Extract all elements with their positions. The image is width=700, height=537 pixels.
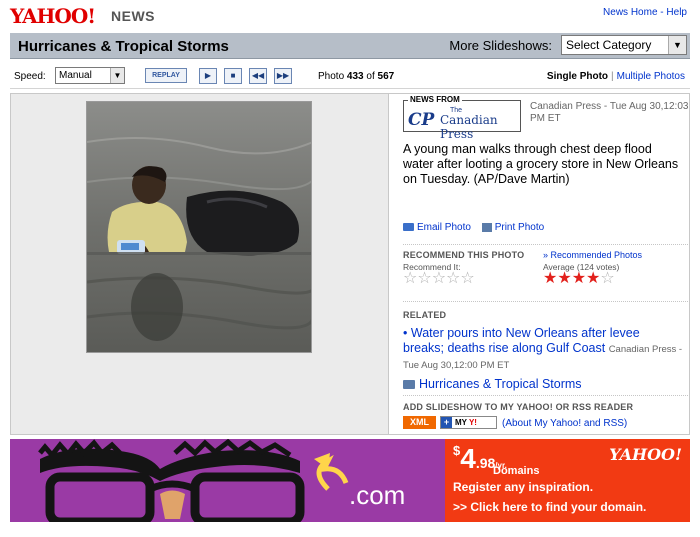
chevron-down-icon[interactable]: ▼ xyxy=(110,68,124,83)
about-my-yahoo-rss-link[interactable]: (About My Yahoo! and RSS) xyxy=(502,418,627,429)
top-header: YAHOO! NEWS News Home - Help xyxy=(0,0,700,30)
star-filled-icon: ★ xyxy=(571,270,587,287)
ad-cta-link[interactable]: >> Click here to find your domain. xyxy=(453,500,646,514)
link-separator: - xyxy=(660,7,664,18)
play-button[interactable]: ▶ xyxy=(199,68,217,84)
view-mode-links: Single Photo | Multiple Photos xyxy=(546,71,685,82)
photo-index: 433 xyxy=(346,71,364,82)
recommend-heading: RECOMMEND THIS PHOTO xyxy=(403,250,525,260)
yahoo-logo[interactable]: YAHOO! xyxy=(10,4,96,28)
chevron-down-icon[interactable]: ▼ xyxy=(668,36,686,54)
star-filled-icon: ★ xyxy=(557,270,572,287)
xml-rss-button[interactable]: XML xyxy=(403,416,436,429)
slideshow-controls: Speed: Manual ▼ REPLAY ▶ ■ ◀◀ ▶▶ Photo 4… xyxy=(10,65,690,89)
play-icon: ▶ xyxy=(204,71,212,80)
speed-select-value: Manual xyxy=(59,70,92,81)
multiple-photos-link[interactable]: Multiple Photos xyxy=(617,71,685,82)
star-empty-icon[interactable]: ☆ xyxy=(403,270,417,287)
news-source-box: NEWS FROM CP The Canadian Press xyxy=(403,95,521,141)
divider xyxy=(403,395,688,396)
star-filled-icon: ★ xyxy=(543,270,558,287)
photo-panel xyxy=(11,94,389,434)
ad-domains-label: Domains xyxy=(493,465,540,477)
speed-label: Speed: xyxy=(14,71,46,82)
printer-icon xyxy=(481,222,492,232)
related-category: Hurricanes & Tropical Storms xyxy=(403,377,582,391)
photo-counter: Photo 433 of 567 xyxy=(318,71,395,82)
plus-icon: + xyxy=(441,417,452,428)
related-heading: RELATED xyxy=(403,310,447,320)
related-category-link[interactable]: Hurricanes & Tropical Storms xyxy=(419,377,582,391)
news-home-link[interactable]: News Home xyxy=(603,7,657,18)
canadian-press-logo[interactable]: CP The Canadian Press xyxy=(406,107,518,141)
ad-offer-panel: $4.98/yr. Domains YAHOO! Register any in… xyxy=(445,439,690,522)
stop-button[interactable]: ■ xyxy=(224,68,242,84)
divider xyxy=(403,301,688,302)
previous-button[interactable]: ◀◀ xyxy=(249,68,267,84)
slideshow-title: Hurricanes & Tropical Storms xyxy=(18,38,229,55)
help-link[interactable]: Help xyxy=(666,7,687,18)
slideshow-icon xyxy=(403,380,415,390)
ad-yahoo-logo: YAHOO! xyxy=(609,445,682,464)
domain-ad-banner[interactable]: .com $4.98/yr. Domains YAHOO! Register a… xyxy=(10,439,690,522)
next-button[interactable]: ▶▶ xyxy=(274,68,292,84)
photo-credit: Canadian Press - Tue Aug 30,12:03 PM ET xyxy=(530,101,689,124)
category-select[interactable]: Select Category ▼ xyxy=(561,35,687,55)
photo-actions: Email Photo Print Photo xyxy=(403,222,544,233)
ad-image-panel: .com xyxy=(10,439,445,522)
divider xyxy=(403,244,688,245)
replay-button[interactable]: REPLAY xyxy=(145,68,187,83)
user-rating-stars[interactable]: ☆☆☆☆☆ xyxy=(403,271,475,287)
flood-photo-image xyxy=(87,102,311,352)
news-section-label[interactable]: NEWS xyxy=(111,8,155,24)
cp-logo-icon: CP xyxy=(408,110,435,130)
rss-heading: ADD SLIDESHOW TO MY YAHOO! OR RSS READER xyxy=(403,402,634,412)
rewind-icon: ◀◀ xyxy=(251,71,265,80)
stop-icon: ■ xyxy=(230,71,236,80)
slideshow-photo[interactable] xyxy=(86,101,312,353)
star-empty-icon[interactable]: ☆ xyxy=(446,270,460,287)
print-photo-link[interactable]: Print Photo xyxy=(495,222,544,233)
fast-forward-icon: ▶▶ xyxy=(276,71,290,80)
category-select-value: Select Category xyxy=(566,38,652,52)
related-story-link[interactable]: Water pours into New Orleans after levee… xyxy=(403,326,640,355)
slideshow-content: NEWS FROM CP The Canadian Press Canadian… xyxy=(10,93,690,435)
recommended-photos-link[interactable]: » Recommended Photos xyxy=(543,250,642,260)
related-story: • Water pours into New Orleans after lev… xyxy=(403,326,683,373)
star-empty-icon[interactable]: ☆ xyxy=(417,270,431,287)
single-photo-view: Single Photo xyxy=(546,71,609,82)
photo-caption: A young man walks through chest deep flo… xyxy=(403,142,679,186)
ad-dotcom-text: .com xyxy=(349,480,406,510)
top-links: News Home - Help xyxy=(603,7,687,18)
envelope-icon xyxy=(403,223,414,232)
star-filled-icon: ★ xyxy=(586,270,601,287)
speed-select[interactable]: Manual ▼ xyxy=(55,67,125,84)
more-slideshows-label: More Slideshows: xyxy=(449,38,552,53)
ad-register-text: Register any inspiration. xyxy=(453,480,594,494)
star-empty-icon[interactable]: ☆ xyxy=(460,270,474,287)
photo-total: 567 xyxy=(377,71,395,82)
average-rating-stars: ★★★★☆ xyxy=(543,271,615,287)
star-empty-icon: ☆ xyxy=(600,270,615,287)
star-empty-icon[interactable]: ☆ xyxy=(432,270,446,287)
add-to-my-yahoo-button[interactable]: + MY Y! xyxy=(440,416,497,429)
email-photo-link[interactable]: Email Photo xyxy=(417,222,471,233)
news-from-label: NEWS FROM xyxy=(408,95,462,104)
slideshow-title-bar: Hurricanes & Tropical Storms More Slides… xyxy=(10,33,690,59)
photo-info-panel: NEWS FROM CP The Canadian Press Canadian… xyxy=(403,94,691,434)
bullet: • xyxy=(403,326,408,340)
